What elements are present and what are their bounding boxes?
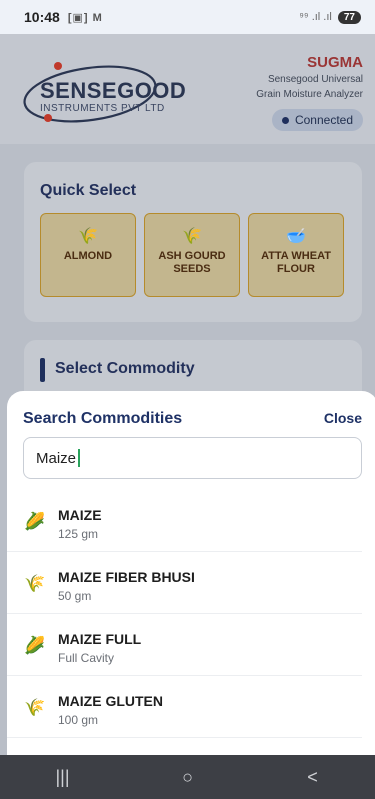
quick-select-label: ATTA WHEAT bbox=[261, 250, 331, 262]
app-header: SENSEGOOD INSTRUMENTS PVT LTD SUGMA Sens… bbox=[0, 34, 375, 144]
app-title: SUGMA bbox=[307, 54, 363, 71]
quick-select-ash-gourd-seeds[interactable]: 🌾 ASH GOURD SEEDS bbox=[144, 213, 240, 297]
brand-name: SENSEGOOD bbox=[40, 78, 187, 103]
status-dot-icon bbox=[281, 116, 289, 124]
recent-apps-button[interactable]: ||| bbox=[33, 767, 93, 788]
item-name: MAIZE GLUTEN bbox=[58, 693, 163, 709]
app-desc-line2: Grain Moisture Analyzer bbox=[256, 89, 363, 100]
item-subtitle: 100 gm bbox=[58, 713, 99, 727]
corn-icon: 🌽 bbox=[24, 636, 46, 655]
section-accent-bar bbox=[40, 358, 45, 382]
quick-select-card: Quick Select 🌾 ALMOND 🌾 ASH GOURD SEEDS … bbox=[24, 162, 362, 322]
text-cursor bbox=[78, 449, 80, 467]
item-subtitle: 125 gm bbox=[58, 527, 99, 541]
item-subtitle: 50 gm bbox=[58, 589, 92, 603]
quick-select-label: ALMOND bbox=[63, 250, 113, 262]
status-time: 10:48 bbox=[24, 9, 60, 25]
search-sheet: Search Commodities Close 🌽 MAIZE 125 gm … bbox=[7, 391, 375, 755]
list-item[interactable]: 🌾 MAIZE GLUTEN 100 gm bbox=[7, 676, 362, 738]
signal-icon: ⁹⁹ .ıl .ıl bbox=[299, 11, 332, 23]
quick-select-title: Quick Select bbox=[40, 182, 137, 199]
app-desc-line1: Sensegood Universal bbox=[267, 74, 363, 85]
connection-status-badge: Connected bbox=[271, 109, 363, 131]
status-right: ⁹⁹ .ıl .ıl 77 bbox=[299, 10, 361, 24]
close-button[interactable]: Close bbox=[324, 410, 362, 426]
select-commodity-title: Select Commodity bbox=[55, 360, 195, 377]
back-button[interactable]: < bbox=[283, 767, 343, 788]
quick-select-label-line2: FLOUR bbox=[277, 263, 315, 275]
connection-status-label: Connected bbox=[294, 113, 353, 127]
status-left: 10:48 [▣] M bbox=[24, 9, 103, 25]
sheet-title: Search Commodities bbox=[23, 410, 183, 427]
grain-icon: 🌾 bbox=[24, 698, 46, 717]
quick-select-almond[interactable]: 🌾 ALMOND bbox=[40, 213, 136, 297]
item-name: MAIZE bbox=[58, 507, 102, 523]
quick-select-label: ASH GOURD bbox=[158, 250, 226, 262]
brand-subtitle: INSTRUMENTS PVT LTD bbox=[40, 103, 165, 114]
grain-icon: 🌾 bbox=[24, 574, 46, 593]
search-input[interactable] bbox=[23, 437, 362, 479]
header-info: SUGMA Sensegood Universal Grain Moisture… bbox=[256, 54, 363, 131]
results-list: 🌽 MAIZE 125 gm 🌾 MAIZE FIBER BHUSI 50 gm… bbox=[7, 490, 375, 738]
list-item[interactable]: 🌽 MAIZE 125 gm bbox=[7, 490, 362, 552]
grain-icon: 🌾 bbox=[182, 228, 202, 245]
quick-select-atta-wheat-flour[interactable]: 🥣 ATTA WHEAT FLOUR bbox=[248, 213, 344, 297]
battery-icon: 77 bbox=[337, 10, 361, 24]
item-name: MAIZE FULL bbox=[58, 631, 142, 647]
item-subtitle: Full Cavity bbox=[58, 651, 115, 665]
notification-icons: [▣] M bbox=[67, 11, 103, 24]
list-item[interactable]: 🌾 MAIZE FIBER BHUSI 50 gm bbox=[7, 552, 362, 614]
flour-bowl-icon: 🥣 bbox=[286, 228, 306, 245]
grain-icon: 🌾 bbox=[78, 228, 98, 245]
home-button[interactable]: ○ bbox=[158, 767, 218, 788]
list-item[interactable]: 🌽 MAIZE FULL Full Cavity bbox=[7, 614, 362, 676]
item-name: MAIZE FIBER BHUSI bbox=[58, 569, 195, 585]
system-navbar: ||| ○ < bbox=[0, 755, 375, 799]
quick-select-label-line2: SEEDS bbox=[173, 263, 211, 275]
corn-icon: 🌽 bbox=[24, 512, 46, 531]
status-bar: 10:48 [▣] M ⁹⁹ .ıl .ıl 77 bbox=[0, 0, 375, 34]
brand-logo: SENSEGOOD INSTRUMENTS PVT LTD bbox=[18, 56, 186, 126]
